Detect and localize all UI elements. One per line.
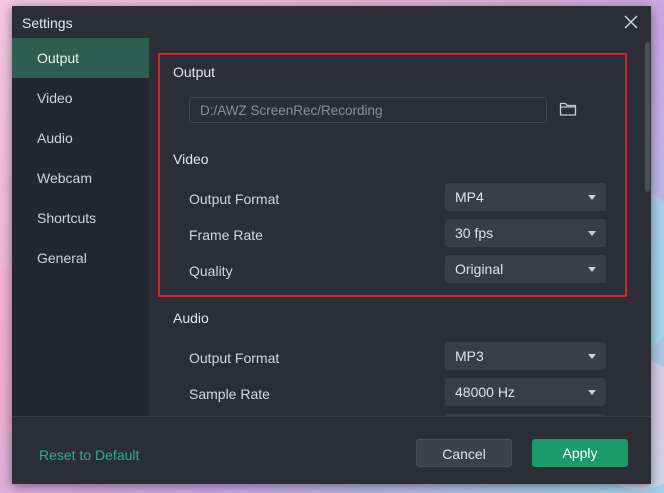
scrollbar-thumb[interactable]	[645, 42, 650, 192]
quality-value: Original	[455, 261, 504, 277]
settings-content: Output D:/AWZ ScreenRec/Recording Video …	[149, 38, 643, 416]
audio-section-title: Audio	[173, 310, 209, 326]
settings-sidebar: Output Video Audio Webcam Shortcuts Gene…	[12, 38, 149, 416]
quality-select[interactable]: Original	[445, 255, 606, 283]
title-bar: Settings	[12, 6, 651, 38]
chevron-down-icon	[588, 231, 596, 236]
video-format-value: MP4	[455, 189, 484, 205]
chevron-down-icon	[588, 390, 596, 395]
sidebar-item-video[interactable]: Video	[12, 78, 149, 118]
output-section-title: Output	[173, 64, 216, 80]
video-format-select[interactable]: MP4	[445, 183, 606, 211]
sample-rate-label: Sample Rate	[189, 386, 270, 402]
chevron-down-icon	[588, 267, 596, 272]
sidebar-item-webcam[interactable]: Webcam	[12, 158, 149, 198]
sidebar-item-audio[interactable]: Audio	[12, 118, 149, 158]
quality-label: Quality	[189, 263, 233, 279]
audio-format-value: MP3	[455, 348, 484, 364]
sidebar-item-output[interactable]: Output	[12, 38, 149, 78]
sidebar-item-general[interactable]: General	[12, 238, 149, 278]
browse-folder-button[interactable]	[559, 101, 577, 117]
dialog-footer: Reset to Default Cancel Apply	[12, 416, 651, 484]
sample-rate-value: 48000 Hz	[455, 384, 515, 400]
sidebar-item-shortcuts[interactable]: Shortcuts	[12, 198, 149, 238]
frame-rate-label: Frame Rate	[189, 227, 263, 243]
chevron-down-icon	[588, 195, 596, 200]
audio-format-label: Output Format	[189, 350, 280, 366]
dialog-title: Settings	[22, 15, 73, 31]
settings-dialog: Settings Output Video Audio Webcam Short…	[12, 6, 651, 484]
cancel-button[interactable]: Cancel	[416, 439, 512, 467]
chevron-down-icon	[588, 354, 596, 359]
apply-button[interactable]: Apply	[532, 439, 628, 467]
output-path-field[interactable]: D:/AWZ ScreenRec/Recording	[189, 97, 547, 123]
audio-format-select[interactable]: MP3	[445, 342, 606, 370]
folder-icon	[559, 102, 577, 116]
close-button[interactable]	[621, 12, 641, 32]
reset-to-default-link[interactable]: Reset to Default	[39, 447, 139, 463]
frame-rate-select[interactable]: 30 fps	[445, 219, 606, 247]
frame-rate-value: 30 fps	[455, 225, 494, 241]
close-icon	[624, 15, 638, 29]
video-format-label: Output Format	[189, 191, 280, 207]
sample-rate-select[interactable]: 48000 Hz	[445, 378, 606, 406]
video-section-title: Video	[173, 151, 209, 167]
content-scrollbar[interactable]	[644, 38, 651, 416]
